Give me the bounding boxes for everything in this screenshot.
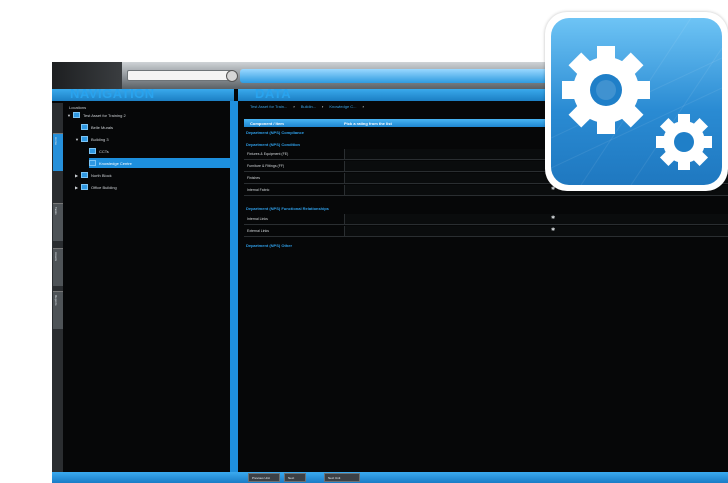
tree-item-north-block[interactable]: ▶ North Block — [75, 170, 225, 180]
settings-app-badge — [545, 12, 728, 191]
chevron-right-icon: › — [293, 104, 295, 109]
table-row: Internal Links ✱ — [244, 214, 728, 225]
tree-item-belle-murals[interactable]: Belle Murals — [81, 122, 231, 132]
tree-item-label: Belle Murals — [91, 124, 114, 130]
previous-unit-button[interactable]: Previous Unit — [248, 473, 280, 482]
tab-home[interactable]: Home — [53, 133, 63, 171]
tree-item-building-3[interactable]: ▼ Building 3 — [75, 134, 225, 144]
folder-icon — [81, 184, 88, 190]
row-label: Internal Links — [247, 217, 268, 221]
row-label: External Links — [247, 229, 269, 233]
rating-field[interactable] — [344, 214, 728, 224]
tree-item-ccts[interactable]: CCTs — [89, 146, 229, 156]
tree-item-label: Building 3 — [91, 136, 109, 142]
folder-icon — [73, 112, 80, 118]
side-tab-strip: Home Tasks Assets Reports — [52, 103, 63, 472]
tab-assets[interactable]: Assets — [53, 248, 63, 286]
navigation-panel: Locations ▼ Test Asset for Training 2 Be… — [63, 101, 234, 472]
tree-item-label: Knowledge Centre — [99, 160, 132, 166]
rating-column-header: Pick a rating from the list — [344, 121, 392, 126]
navigation-title: NAVIGATION — [70, 86, 155, 101]
chevron-right-icon: › — [322, 104, 324, 109]
search-icon[interactable] — [226, 70, 238, 82]
gear-icon — [551, 18, 722, 185]
tree-item-label: Office Building — [91, 184, 117, 190]
table-row: External Links ✱ — [244, 226, 728, 237]
row-label: Furniture & Fittings (FF) — [247, 164, 285, 168]
section-title: Department (NPS) Condition — [246, 142, 300, 147]
chevron-right-icon: › — [362, 104, 364, 109]
data-title: DATA — [255, 86, 292, 101]
tree-item-label: CCTs — [99, 148, 109, 154]
section-title: Department (NPS) Functional Relationship… — [246, 206, 329, 211]
search-input[interactable] — [127, 70, 232, 81]
folder-icon — [81, 124, 88, 130]
tree-item-office-building[interactable]: ▶ Office Building — [75, 182, 225, 192]
folder-icon — [89, 160, 96, 166]
tab-tasks[interactable]: Tasks — [53, 203, 63, 241]
breadcrumb: Test Asset for Train... › Buildin... › K… — [250, 104, 364, 112]
breadcrumb-item[interactable]: Buildin... — [301, 104, 316, 112]
breadcrumb-item[interactable]: Test Asset for Train... — [250, 104, 287, 112]
component-column-header: Component / Item — [250, 121, 284, 126]
section-title: Department (NPS) Other — [246, 243, 293, 248]
row-label: Finishes — [247, 176, 261, 180]
tree-item-knowledge-centre[interactable]: Knowledge Centre — [89, 158, 231, 168]
toolbar-logo-area — [52, 62, 122, 89]
tab-reports[interactable]: Reports — [53, 291, 63, 329]
dropdown-icon[interactable]: ✱ — [551, 227, 555, 233]
breadcrumb-item[interactable]: Knowledge C... — [329, 104, 356, 112]
bottom-bar: Previous Unit Next Next Unit — [52, 472, 728, 483]
folder-icon — [89, 148, 96, 154]
rating-field[interactable] — [344, 226, 728, 236]
row-label: Fixtures & Equipment (FE) — [247, 152, 289, 156]
row-label: Internal Fabric — [247, 188, 270, 192]
section-title: Department (NPS) Compliance — [246, 130, 305, 135]
tree-item-label: North Block — [91, 172, 112, 178]
tree-item-test-asset[interactable]: ▼ Test Asset for Training 2 — [67, 110, 227, 120]
tree-item-label: Test Asset for Training 2 — [83, 112, 126, 118]
folder-icon — [81, 136, 88, 142]
folder-icon — [81, 172, 88, 178]
dropdown-icon[interactable]: ✱ — [551, 215, 555, 221]
next-button[interactable]: Next — [284, 473, 306, 482]
next-unit-button[interactable]: Next Unit — [324, 473, 360, 482]
